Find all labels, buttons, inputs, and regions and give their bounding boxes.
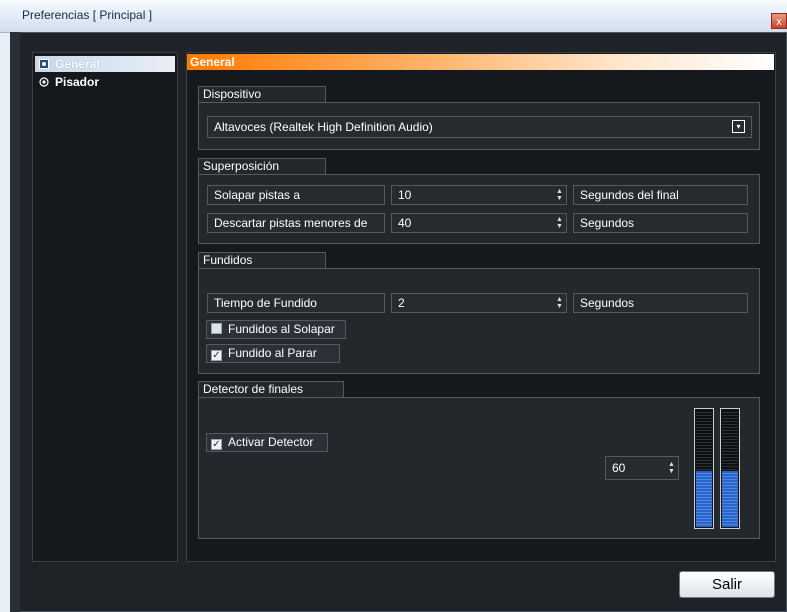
fade-time-label: Tiempo de Fundido	[207, 293, 385, 313]
fade-on-stop-checkbox[interactable]: ✓ Fundido al Parar	[206, 344, 340, 363]
close-button[interactable]: x	[771, 13, 787, 29]
meter-empty	[696, 410, 712, 470]
meter-empty	[722, 410, 738, 470]
chevron-down-icon[interactable]: ▾	[732, 120, 745, 133]
spin-arrows-icon[interactable]: ▲ ▼	[667, 461, 676, 475]
detector-threshold-stepper[interactable]: 60 ▲ ▼	[605, 456, 679, 480]
radio-icon	[39, 75, 49, 87]
fade-time-unit: Segundos	[573, 293, 748, 313]
checkbox-icon[interactable]	[211, 323, 222, 334]
checkbox-label: Fundidos al Solapar	[228, 322, 335, 336]
overlap-unit: Segundos del final	[573, 185, 748, 205]
detector-threshold-value: 60	[612, 461, 626, 475]
fade-on-overlap-checkbox[interactable]: Fundidos al Solapar	[206, 320, 346, 339]
discard-label: Descartar pistas menores de	[207, 213, 385, 233]
spin-arrows-icon[interactable]: ▲ ▼	[555, 188, 564, 202]
nav-item-pisador[interactable]: Pisador	[35, 74, 175, 90]
discard-value: 40	[398, 216, 412, 230]
radio-icon	[39, 57, 49, 69]
checkbox-label: Activar Detector	[228, 435, 314, 449]
fade-time-value: 2	[398, 296, 405, 310]
title-bar[interactable]: Preferencias [ Principal ] x	[0, 0, 787, 33]
checkmark-icon[interactable]: ✓	[211, 439, 222, 450]
level-meter-left	[694, 408, 714, 529]
group-detector-label: Detector de finales	[198, 381, 344, 398]
meter-fill	[722, 471, 738, 527]
fade-time-stepper[interactable]: 2 ▲ ▼	[391, 293, 567, 313]
nav-item-general[interactable]: General	[35, 56, 175, 72]
overlap-label: Solapar pistas a	[207, 185, 385, 205]
preferences-window: Preferencias [ Principal ] x General Pis…	[0, 0, 787, 612]
group-dispositivo-label: Dispositivo	[198, 86, 326, 103]
group-superposicion-label: Superposición	[198, 158, 326, 175]
discard-stepper[interactable]: 40 ▲ ▼	[391, 213, 567, 233]
nav-item-label: General	[55, 57, 100, 71]
exit-button[interactable]: Salir	[679, 571, 775, 598]
window-title: Preferencias [ Principal ]	[22, 8, 153, 22]
device-select-value: Altavoces (Realtek High Definition Audio…	[214, 120, 433, 134]
panel-title: General	[187, 54, 774, 70]
nav-panel: General Pisador	[32, 52, 178, 562]
discard-unit: Segundos	[573, 213, 748, 233]
left-edge	[10, 32, 20, 612]
checkbox-label: Fundido al Parar	[228, 346, 317, 360]
checkmark-icon[interactable]: ✓	[211, 350, 222, 361]
overlap-value: 10	[398, 188, 412, 202]
spin-arrows-icon[interactable]: ▲ ▼	[555, 296, 564, 310]
nav-item-label: Pisador	[55, 75, 100, 89]
overlap-stepper[interactable]: 10 ▲ ▼	[391, 185, 567, 205]
spin-arrows-icon[interactable]: ▲ ▼	[555, 216, 564, 230]
device-select[interactable]: Altavoces (Realtek High Definition Audio…	[207, 116, 752, 138]
enable-detector-checkbox[interactable]: ✓ Activar Detector	[206, 433, 328, 452]
group-fundidos-label: Fundidos	[198, 252, 326, 269]
level-meter-right	[720, 408, 740, 529]
meter-fill	[696, 471, 712, 527]
